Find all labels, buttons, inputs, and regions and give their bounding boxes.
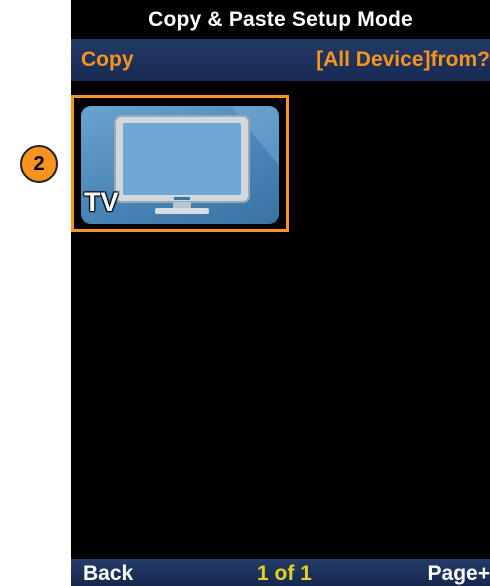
callout-number: 2 (33, 153, 45, 175)
step-callout-badge: 2 (20, 145, 58, 183)
screen-title: Copy & Paste Setup Mode (148, 8, 413, 31)
next-page-button[interactable]: Page+ (428, 559, 490, 586)
softkey-bar: Back 1 of 1 Page+ (71, 559, 490, 586)
page-indicator: 1 of 1 (257, 562, 312, 585)
device-screen: Copy & Paste Setup Mode Copy [All Device… (71, 0, 490, 586)
mode-prompt: [All Device]from? (316, 48, 490, 71)
tile-background: TV (81, 106, 279, 224)
device-label: TV (84, 187, 119, 217)
mode-bar: Copy [All Device]from? (71, 39, 490, 81)
mode-label: Copy (81, 48, 134, 71)
title-bar: Copy & Paste Setup Mode (71, 0, 490, 39)
device-tile-tv[interactable]: TV (71, 95, 289, 232)
page: 2 Copy & Paste Setup Mode Copy [All Devi… (0, 0, 490, 586)
back-button[interactable]: Back (83, 559, 133, 586)
